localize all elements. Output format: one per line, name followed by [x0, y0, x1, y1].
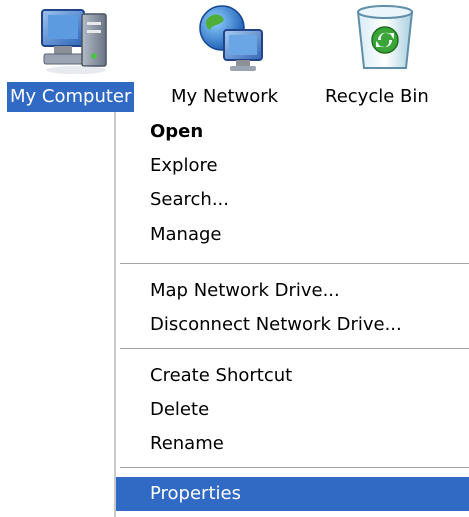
menu-item-create-shortcut[interactable]: Create Shortcut	[116, 359, 469, 393]
context-menu: Open Explore Search... Manage Map Networ…	[114, 112, 469, 517]
menu-item-explore[interactable]: Explore	[116, 149, 469, 183]
menu-item-open[interactable]: Open	[116, 115, 469, 149]
menu-item-delete[interactable]: Delete	[116, 393, 469, 427]
menu-item-disconnect-network-drive[interactable]: Disconnect Network Drive...	[116, 308, 469, 342]
my-computer-icon	[41, 9, 107, 74]
desktop-icon-my-computer[interactable]: My Computer	[0, 0, 140, 112]
my-computer-label: My Computer	[7, 82, 135, 112]
menu-item-rename[interactable]: Rename	[116, 427, 469, 461]
menu-item-search[interactable]: Search...	[116, 183, 469, 217]
desktop-icon-my-network[interactable]: My Network	[162, 0, 302, 112]
menu-item-manage[interactable]: Manage	[116, 218, 469, 252]
my-network-icon	[199, 5, 263, 71]
desktop-icon-recycle-bin[interactable]: Recycle Bin	[318, 0, 458, 112]
menu-separator	[120, 263, 469, 265]
menu-separator	[120, 348, 469, 350]
menu-item-map-network-drive[interactable]: Map Network Drive...	[116, 274, 469, 308]
menu-item-properties[interactable]: Properties	[116, 477, 469, 511]
menu-separator	[120, 467, 469, 469]
my-network-label: My Network	[171, 86, 279, 107]
recycle-bin-icon	[356, 5, 414, 69]
recycle-bin-label: Recycle Bin	[325, 86, 429, 107]
